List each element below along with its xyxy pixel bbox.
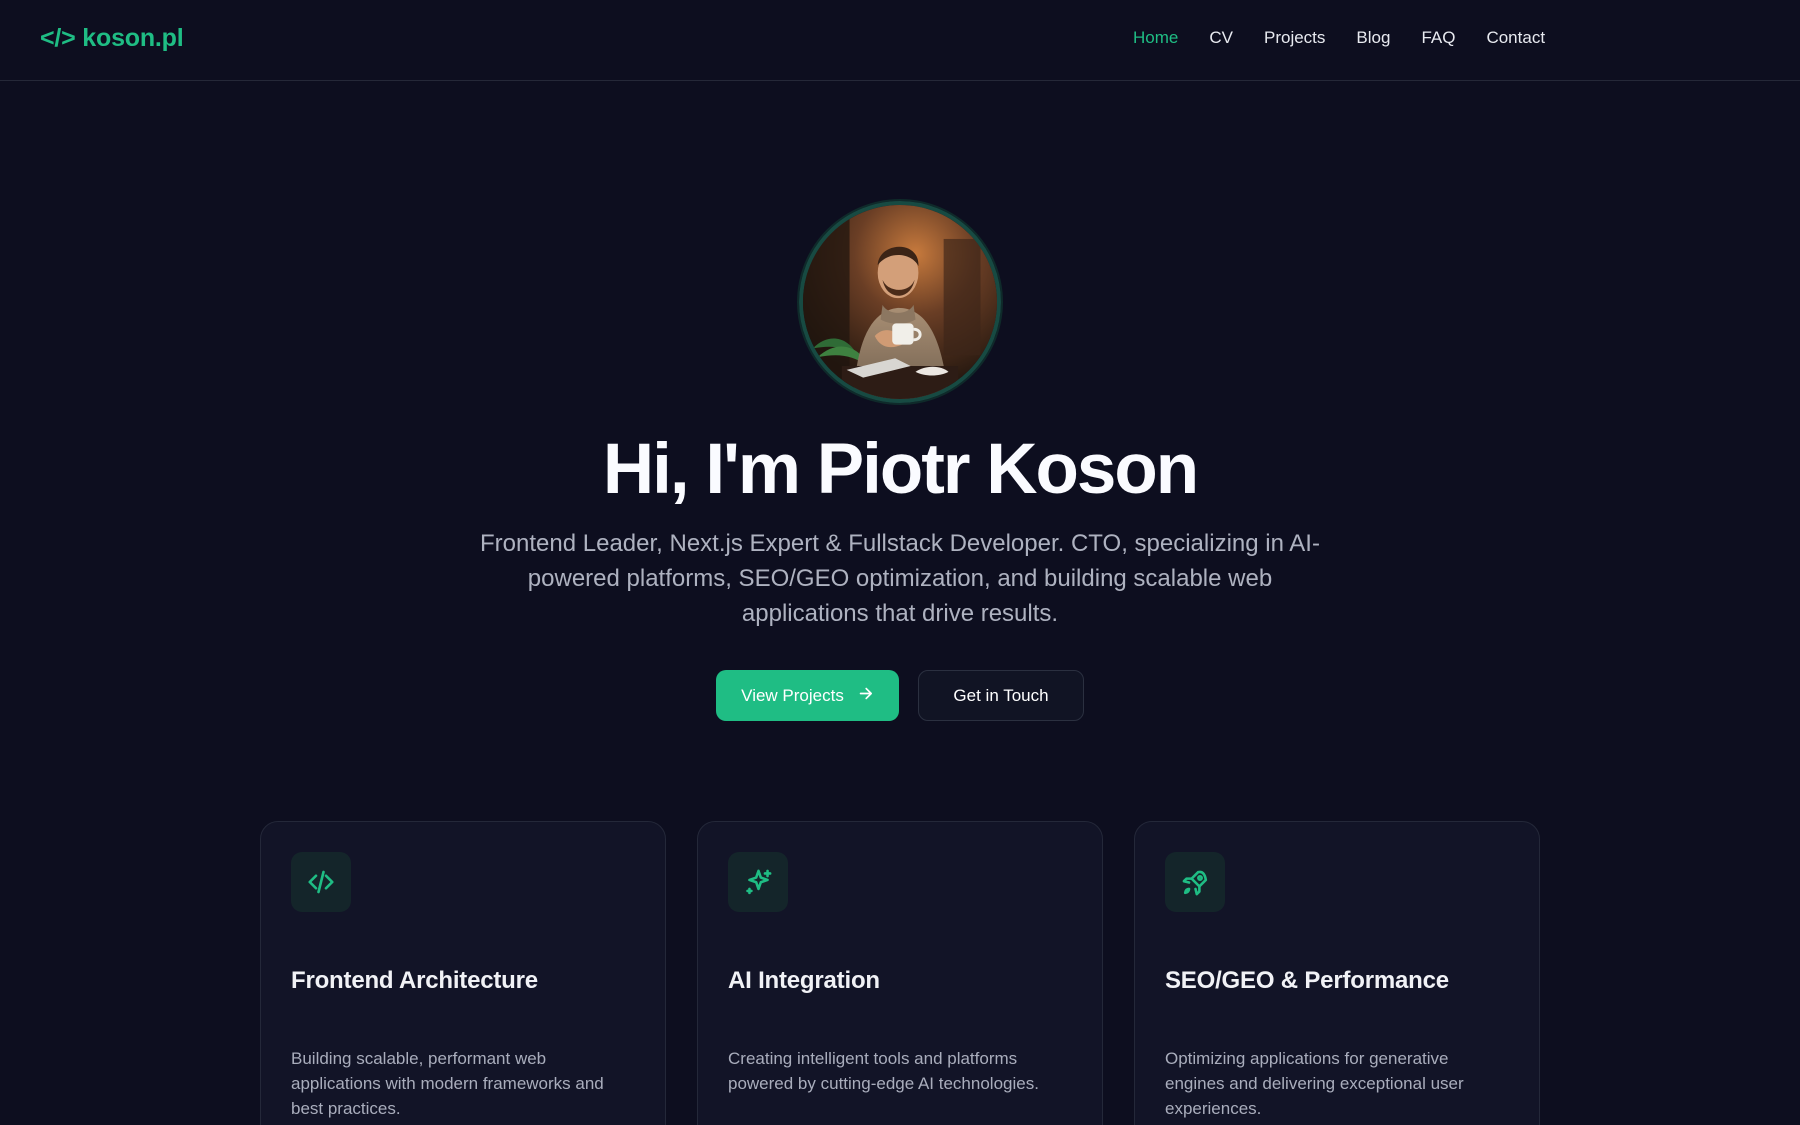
ai-integration-card: AI Integration Creating intelligent tool… (697, 821, 1103, 1125)
get-in-touch-label: Get in Touch (953, 685, 1049, 705)
card-title: AI Integration (728, 967, 880, 994)
nav-projects-link[interactable]: Projects (1264, 28, 1325, 48)
nav-cv-link[interactable]: CV (1209, 28, 1233, 48)
nav-home-link[interactable]: Home (1133, 28, 1178, 48)
arrow-right-icon (857, 685, 874, 707)
seo-geo-performance-card: SEO/GEO & Performance Optimizing applica… (1134, 821, 1540, 1125)
site-header: </> koson.pl Home CV Projects Blog FAQ C… (0, 0, 1800, 81)
view-projects-button[interactable]: View Projects (716, 670, 899, 721)
card-description: Building scalable, performant web applic… (291, 1049, 604, 1118)
nav-faq-link[interactable]: FAQ (1421, 28, 1455, 48)
frontend-architecture-card: Frontend Architecture Building scalable,… (260, 821, 666, 1125)
profile-avatar (799, 201, 1001, 403)
card-description: Creating intelligent tools and platforms… (728, 1049, 1039, 1093)
nav-blog-link[interactable]: Blog (1356, 28, 1390, 48)
card-description: Optimizing applications for generative e… (1165, 1049, 1464, 1118)
sparkles-icon (728, 852, 788, 912)
rocket-icon (1165, 852, 1225, 912)
card-title: SEO/GEO & Performance (1165, 967, 1449, 994)
site-logo[interactable]: </> koson.pl (40, 24, 184, 53)
code-icon (291, 852, 351, 912)
main-navigation: Home CV Projects Blog FAQ Contact (1133, 28, 1545, 48)
hero-title: Hi, I'm Piotr Koson (602, 430, 1199, 509)
view-projects-label: View Projects (741, 685, 844, 705)
nav-contact-link[interactable]: Contact (1486, 28, 1545, 48)
get-in-touch-button[interactable]: Get in Touch (918, 670, 1084, 721)
hero-subtitle: Frontend Leader, Next.js Expert & Fullst… (480, 530, 1320, 627)
card-title: Frontend Architecture (291, 967, 538, 994)
profile-photo-illustration (803, 205, 997, 399)
